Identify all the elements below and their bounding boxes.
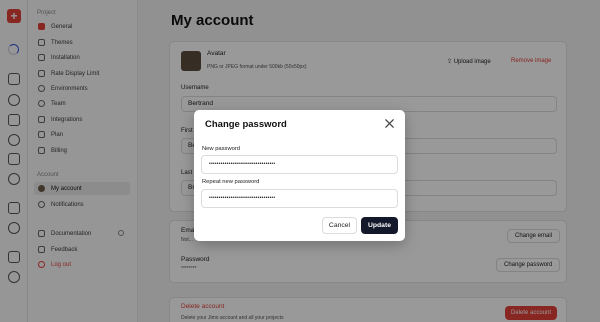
new-password-input[interactable]: •••••••••••••••••••••••••••••••••• <box>201 155 398 174</box>
update-button[interactable]: Update <box>361 217 398 234</box>
change-password-dialog: Change password New password •••••••••••… <box>194 110 405 241</box>
dialog-title: Change password <box>205 119 287 130</box>
cancel-button[interactable]: Cancel <box>322 217 357 234</box>
repeat-password-input[interactable]: •••••••••••••••••••••••••••••••••• <box>201 189 398 208</box>
close-icon[interactable] <box>384 118 395 129</box>
new-password-label: New password <box>202 146 241 152</box>
repeat-password-label: Repeat new password <box>202 179 260 185</box>
